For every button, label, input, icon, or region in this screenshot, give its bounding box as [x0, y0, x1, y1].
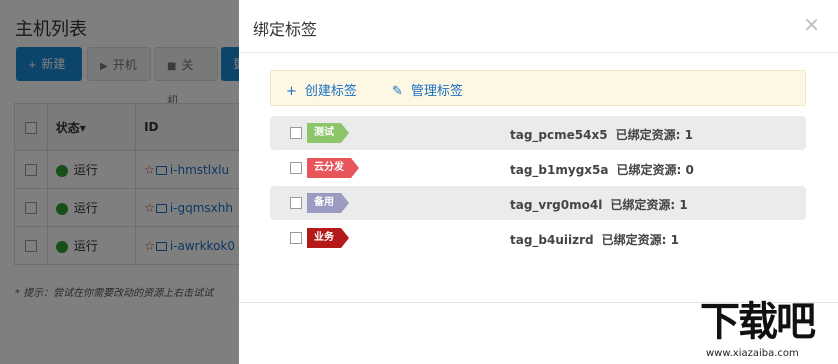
tag-checkbox[interactable] [290, 162, 302, 174]
tag-info: tag_pcme54x5 已绑定资源: 1 [510, 128, 693, 142]
tag-badge: 云分发 [307, 158, 359, 178]
tag-badge: 业务 [307, 228, 349, 248]
tag-row[interactable]: 测试 tag_pcme54x5 已绑定资源: 1 [270, 116, 806, 150]
tag-info: tag_b1mygx5a 已绑定资源: 0 [510, 163, 694, 177]
dialog-header: 绑定标签 × [239, 0, 838, 53]
site-watermark-logo: 下载吧 www.xiazaiba.com [696, 296, 838, 364]
plus-icon: + [286, 84, 297, 99]
tag-row[interactable]: 备用 tag_vrg0mo4l 已绑定资源: 1 [270, 186, 806, 220]
tag-toolbar: + 创建标签 ✎ 管理标签 [270, 70, 806, 106]
tag-badge: 备用 [307, 193, 349, 213]
create-tag-link[interactable]: + 创建标签 [286, 80, 357, 99]
tag-row[interactable]: 云分发 tag_b1mygx5a 已绑定资源: 0 [270, 151, 806, 185]
tag-checkbox[interactable] [290, 127, 302, 139]
tag-checkbox[interactable] [290, 232, 302, 244]
tag-row[interactable]: 业务 tag_b4uiizrd 已绑定资源: 1 [270, 221, 806, 255]
pencil-icon: ✎ [392, 84, 403, 99]
tag-info: tag_b4uiizrd 已绑定资源: 1 [510, 233, 679, 247]
tag-info: tag_vrg0mo4l 已绑定资源: 1 [510, 198, 688, 212]
watermark-url: www.xiazaiba.com [706, 348, 799, 359]
close-icon[interactable]: × [803, 14, 820, 34]
watermark-text: 下载吧 [700, 299, 816, 345]
manage-tag-link[interactable]: ✎ 管理标签 [392, 80, 463, 99]
dialog-title: 绑定标签 [253, 20, 318, 39]
tag-badge: 测试 [307, 123, 349, 143]
tag-checkbox[interactable] [290, 197, 302, 209]
